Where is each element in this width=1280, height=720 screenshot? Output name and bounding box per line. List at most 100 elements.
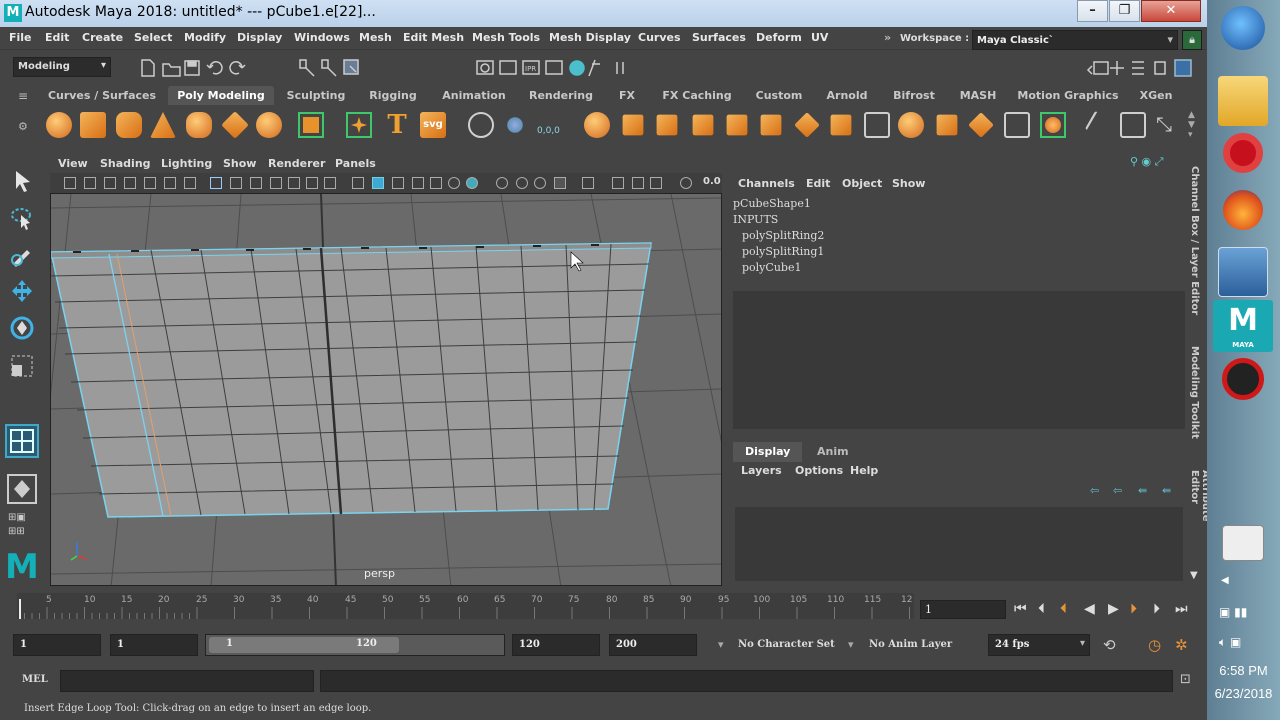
mode-dropdown[interactable]: Modeling ▾	[13, 57, 111, 77]
motion-blur-icon[interactable]	[496, 177, 508, 189]
svg-tool-icon[interactable]: svg	[420, 112, 446, 138]
exposure-icon[interactable]	[680, 177, 692, 189]
safe-action-icon[interactable]	[306, 177, 318, 189]
menu-file[interactable]: File	[9, 31, 32, 44]
type-tool-icon[interactable]: T	[384, 112, 410, 138]
grease-pencil-icon[interactable]	[164, 177, 176, 189]
input-node[interactable]: polySplitRing1	[742, 245, 824, 258]
snipping-tool-icon[interactable]	[1222, 525, 1264, 561]
menu-uv[interactable]: UV	[811, 31, 828, 44]
channel-box-pin-icons[interactable]: ⚲ ◉ ⤢	[1130, 155, 1163, 169]
range-slider[interactable]: 1 120	[205, 634, 505, 656]
camera-attr-icon[interactable]	[84, 177, 96, 189]
menu-modify[interactable]: Modify	[184, 31, 226, 44]
step-back-frame-icon[interactable]: ⏴	[1038, 601, 1045, 617]
animation-end-field[interactable]: 200	[609, 634, 697, 656]
start-button-icon[interactable]	[1221, 6, 1265, 50]
vp-menu-renderer[interactable]: Renderer	[268, 157, 325, 170]
lock-icon[interactable]: 🔒︎	[1182, 30, 1202, 50]
menu-expand-icon[interactable]: »	[884, 31, 891, 44]
tab-xgen[interactable]: XGen	[1132, 86, 1180, 105]
multi-cut-icon[interactable]	[1004, 112, 1030, 138]
shelf-options-icon[interactable]: ≡	[18, 89, 28, 103]
smooth-icon[interactable]	[692, 114, 714, 136]
maximize-panel-icon[interactable]	[650, 177, 662, 189]
xray-joints-icon[interactable]	[612, 177, 624, 189]
append-icon[interactable]	[830, 114, 852, 136]
play-forwards-icon[interactable]: ▶	[1108, 601, 1119, 617]
merge-icon[interactable]	[936, 114, 958, 136]
camera-icon[interactable]	[64, 177, 76, 189]
step-forward-key-icon[interactable]: ⏵	[1130, 601, 1137, 617]
poly-plane-icon[interactable]	[221, 111, 249, 139]
firefox-icon[interactable]	[1223, 190, 1263, 230]
loop-icon[interactable]: ⟲	[1103, 636, 1116, 654]
new-layer-icon[interactable]: ⇚	[1138, 484, 1147, 497]
grid-icon[interactable]	[210, 177, 222, 189]
vp-menu-shading[interactable]: Shading	[100, 157, 151, 170]
smooth-shade-icon[interactable]	[372, 177, 384, 189]
single-view-icon[interactable]	[7, 474, 37, 504]
wireframe-icon[interactable]	[352, 177, 364, 189]
extrude-icon[interactable]	[760, 114, 782, 136]
tab-modeling-toolkit[interactable]: Modeling Toolkit	[1189, 346, 1200, 439]
vp-menu-show[interactable]: Show	[223, 157, 256, 170]
poly-cylinder-icon[interactable]	[116, 112, 142, 138]
vp-menu-lighting[interactable]: Lighting	[161, 157, 212, 170]
separate-icon[interactable]	[622, 114, 644, 136]
platonic-solid-icon[interactable]	[298, 112, 324, 138]
draw-icon[interactable]	[1084, 110, 1114, 140]
tab-channel-box-layer-editor[interactable]: Channel Box / Layer Editor	[1189, 166, 1200, 315]
average-vertices-icon[interactable]	[726, 114, 748, 136]
tab-curves-surfaces[interactable]: Curves / Surfaces	[40, 86, 164, 105]
cb-menu-channels[interactable]: Channels	[738, 177, 795, 190]
lp-menu-options[interactable]: Options	[795, 464, 843, 477]
image-plane-icon[interactable]	[124, 177, 136, 189]
playback-end-field[interactable]: 120	[512, 634, 600, 656]
menu-windows[interactable]: Windows	[294, 31, 350, 44]
poly-cone-icon[interactable]	[150, 112, 176, 138]
menu-create[interactable]: Create	[82, 31, 123, 44]
exposure-value[interactable]: 0.0	[703, 176, 721, 187]
menu-mesh-tools[interactable]: Mesh Tools	[472, 31, 540, 44]
new-layer-selected-icon[interactable]: ⇚	[1162, 484, 1171, 497]
lights-icon[interactable]	[430, 177, 442, 189]
transform-tool-icon[interactable]	[507, 117, 523, 133]
tab-motion-graphics[interactable]: Motion Graphics	[1014, 86, 1122, 105]
textured-icon[interactable]	[412, 177, 424, 189]
perspective-viewport[interactable]: persp	[50, 193, 722, 586]
resolution-gate-icon[interactable]	[250, 177, 262, 189]
menu-surfaces[interactable]: Surfaces	[692, 31, 746, 44]
collapse-icon[interactable]	[968, 112, 994, 138]
menu-display[interactable]: Display	[237, 31, 282, 44]
combine-icon[interactable]	[584, 112, 610, 138]
playback-start-field[interactable]: 1	[110, 634, 198, 656]
poly-torus-icon[interactable]	[186, 112, 212, 138]
menu-mesh-display[interactable]: Mesh Display	[549, 31, 631, 44]
grid-toggle-icon[interactable]	[184, 177, 196, 189]
insert-edge-loop-icon[interactable]	[1040, 112, 1066, 138]
status-line-icons[interactable]: IPR	[120, 56, 1206, 80]
tab-sculpting[interactable]: Sculpting	[280, 86, 352, 105]
move-tool-icon[interactable]	[9, 278, 35, 304]
rotate-tool-icon[interactable]	[9, 315, 35, 341]
tray-icons[interactable]: ▣ ▮▮	[1219, 605, 1247, 619]
lp-menu-help[interactable]: Help	[850, 464, 878, 477]
clock-time[interactable]: 6:58 PM	[1207, 663, 1280, 678]
opera-icon[interactable]	[1223, 133, 1263, 173]
ambient-occlusion-icon[interactable]	[466, 177, 478, 189]
depth-of-field-icon[interactable]	[534, 177, 546, 189]
bookmark-icon[interactable]	[104, 177, 116, 189]
current-frame-field[interactable]: 1	[920, 600, 1006, 619]
tab-fx[interactable]: FX	[610, 86, 644, 105]
select-tool-icon[interactable]	[9, 168, 35, 194]
cb-menu-show[interactable]: Show	[892, 177, 925, 190]
extract-icon[interactable]	[656, 114, 678, 136]
tab-arnold[interactable]: Arnold	[818, 86, 876, 105]
preferences-icon[interactable]: ✲	[1175, 636, 1188, 654]
menu-edit-mesh[interactable]: Edit Mesh	[403, 31, 464, 44]
fill-hole-icon[interactable]	[864, 112, 890, 138]
tab-poly-modeling[interactable]: Poly Modeling	[168, 86, 274, 105]
tab-animation[interactable]: Animation	[436, 86, 512, 105]
play-backwards-icon[interactable]: ◀	[1084, 601, 1095, 617]
